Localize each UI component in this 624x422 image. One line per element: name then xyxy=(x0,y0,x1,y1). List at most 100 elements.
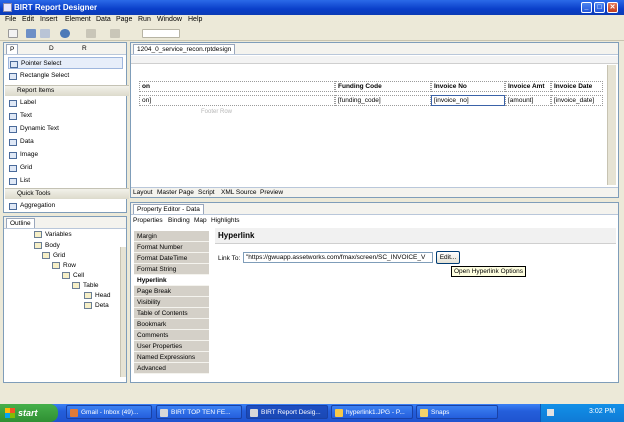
tree-table[interactable]: Table xyxy=(72,281,99,291)
tab-layout[interactable]: Layout xyxy=(133,189,153,196)
tab-map[interactable]: Map xyxy=(194,217,207,224)
tab-properties[interactable]: Properties xyxy=(133,217,163,224)
data-cell-invoice-no[interactable]: [invoice_no] xyxy=(431,95,505,106)
data-cell-amount[interactable]: [amount] xyxy=(505,95,551,106)
data-cell-funding-code[interactable]: [funding_code] xyxy=(335,95,431,106)
minimize-button[interactable]: _ xyxy=(581,2,592,13)
new-icon[interactable] xyxy=(8,29,18,38)
close-button[interactable]: ✕ xyxy=(607,2,618,13)
back-icon[interactable] xyxy=(86,29,96,38)
edit-hyperlink-button[interactable]: Edit... xyxy=(436,251,460,264)
tab-property-editor[interactable]: Property Editor - Data xyxy=(133,204,204,214)
pointer-icon xyxy=(10,61,18,68)
rectangle-select-item[interactable]: Rectangle Select xyxy=(8,70,123,82)
task-hyperlink-jpg[interactable]: hyperlink1.JPG - P... xyxy=(331,405,413,419)
outline-scrollbar[interactable] xyxy=(120,247,126,377)
save-icon[interactable] xyxy=(26,29,36,38)
menu-data[interactable]: Data xyxy=(96,16,111,23)
category-format-string[interactable]: Format String xyxy=(134,264,209,275)
tab-preview[interactable]: Preview xyxy=(260,189,283,196)
palette-list[interactable]: List xyxy=(8,175,123,187)
category-format-datetime[interactable]: Format DateTime xyxy=(134,253,209,264)
category-user-properties[interactable]: User Properties xyxy=(134,341,209,352)
quick-tools-category[interactable]: Quick Tools xyxy=(5,188,129,199)
zoom-dropdown[interactable] xyxy=(142,29,180,38)
header-cell-funding-code[interactable]: Funding Code xyxy=(335,81,431,92)
tree-detail[interactable]: Deta xyxy=(84,301,109,311)
tree-variables[interactable]: Variables xyxy=(34,230,72,240)
tree-row[interactable]: Row xyxy=(52,261,76,271)
tree-grid[interactable]: Grid xyxy=(42,251,65,261)
palette-label[interactable]: Label xyxy=(8,97,123,109)
header-icon xyxy=(84,291,92,299)
header-cell-invoice-date[interactable]: Invoice Date xyxy=(551,81,603,92)
category-comments[interactable]: Comments xyxy=(134,330,209,341)
run-icon[interactable] xyxy=(60,29,70,38)
tab-outline[interactable]: Outline xyxy=(6,218,35,228)
menu-element[interactable]: Element xyxy=(65,16,91,23)
tab-palette[interactable]: P xyxy=(6,44,19,54)
paint-icon xyxy=(335,409,343,417)
grid-node-icon xyxy=(42,251,50,259)
menu-help[interactable]: Help xyxy=(188,16,202,23)
window-icon xyxy=(160,409,168,417)
header-cell-on[interactable]: on xyxy=(139,81,335,92)
header-cell-invoice-no[interactable]: Invoice No xyxy=(431,81,505,92)
category-margin[interactable]: Margin xyxy=(134,231,209,242)
tree-header[interactable]: Head xyxy=(84,291,111,301)
maximize-button[interactable]: □ xyxy=(594,2,605,13)
category-advanced[interactable]: Advanced xyxy=(134,363,209,374)
tree-body[interactable]: Body xyxy=(34,241,60,251)
category-named-expressions[interactable]: Named Expressions xyxy=(134,352,209,363)
footer-row-label: Footer Row xyxy=(201,109,233,115)
menu-run[interactable]: Run xyxy=(138,16,151,23)
tab-highlights[interactable]: Highlights xyxy=(211,217,240,224)
tab-binding[interactable]: Binding xyxy=(168,217,190,224)
report-items-category[interactable]: Report Items xyxy=(5,85,129,96)
palette-tabstrip: P D R xyxy=(4,43,126,55)
menu-edit[interactable]: Edit xyxy=(22,16,34,23)
category-page-break[interactable]: Page Break xyxy=(134,286,209,297)
tree-cell[interactable]: Cell xyxy=(62,271,84,281)
tab-report-design[interactable]: 1204_0_service_recon.rptdesign xyxy=(133,44,236,54)
row-icon xyxy=(52,261,60,269)
link-to-field[interactable]: "https://gwuapp.assetworks.com/fmax/scre… xyxy=(243,252,433,263)
forward-icon[interactable] xyxy=(110,29,120,38)
save-all-icon[interactable] xyxy=(40,29,50,38)
link-to-label: Link To: xyxy=(218,255,241,262)
palette-grid[interactable]: Grid xyxy=(8,162,123,174)
menu-page[interactable]: Page xyxy=(116,16,132,23)
palette-data[interactable]: Data xyxy=(8,136,123,148)
palette-dynamic-text[interactable]: Dynamic Text xyxy=(8,123,123,135)
pointer-select-item[interactable]: Pointer Select xyxy=(8,57,123,69)
firefox-icon xyxy=(70,409,78,417)
data-cell-invoice-date[interactable]: [invoice_date] xyxy=(551,95,603,106)
category-visibility[interactable]: Visibility xyxy=(134,297,209,308)
tab-master-page[interactable]: Master Page xyxy=(157,189,194,196)
category-bookmark[interactable]: Bookmark xyxy=(134,319,209,330)
tab-data-explorer[interactable]: D xyxy=(46,44,57,54)
category-table-of-contents[interactable]: Table of Contents xyxy=(134,308,209,319)
category-hyperlink[interactable]: Hyperlink xyxy=(134,275,209,286)
category-format-number[interactable]: Format Number xyxy=(134,242,209,253)
tab-script[interactable]: Script xyxy=(198,189,215,196)
menu-insert[interactable]: Insert xyxy=(40,16,58,23)
task-snaps[interactable]: Snaps xyxy=(416,405,498,419)
palette-aggregation[interactable]: Aggregation xyxy=(8,200,123,212)
tab-xml-source[interactable]: XML Source xyxy=(221,189,257,196)
task-birt-designer[interactable]: BIRT Report Desig... xyxy=(246,405,328,419)
data-cell-on[interactable]: on] xyxy=(139,95,335,106)
header-cell-invoice-amt[interactable]: Invoice Amt xyxy=(505,81,551,92)
start-button[interactable]: start xyxy=(0,404,58,422)
menu-window[interactable]: Window xyxy=(157,16,182,23)
palette-image[interactable]: Image xyxy=(8,149,123,161)
task-gmail[interactable]: Gmail - Inbox (49)... xyxy=(66,405,152,419)
tooltip: Open Hyperlink Options xyxy=(451,266,527,277)
palette-text[interactable]: Text xyxy=(8,110,123,122)
hyperlink-section-header: Hyperlink xyxy=(215,228,616,244)
menu-file[interactable]: File xyxy=(5,16,16,23)
tab-resource-explorer[interactable]: R xyxy=(79,44,90,54)
editor-tabstrip: 1204_0_service_recon.rptdesign xyxy=(131,43,618,55)
task-birt-top-ten[interactable]: BIRT TOP TEN FE... xyxy=(156,405,242,419)
editor-scrollbar[interactable] xyxy=(607,65,616,185)
